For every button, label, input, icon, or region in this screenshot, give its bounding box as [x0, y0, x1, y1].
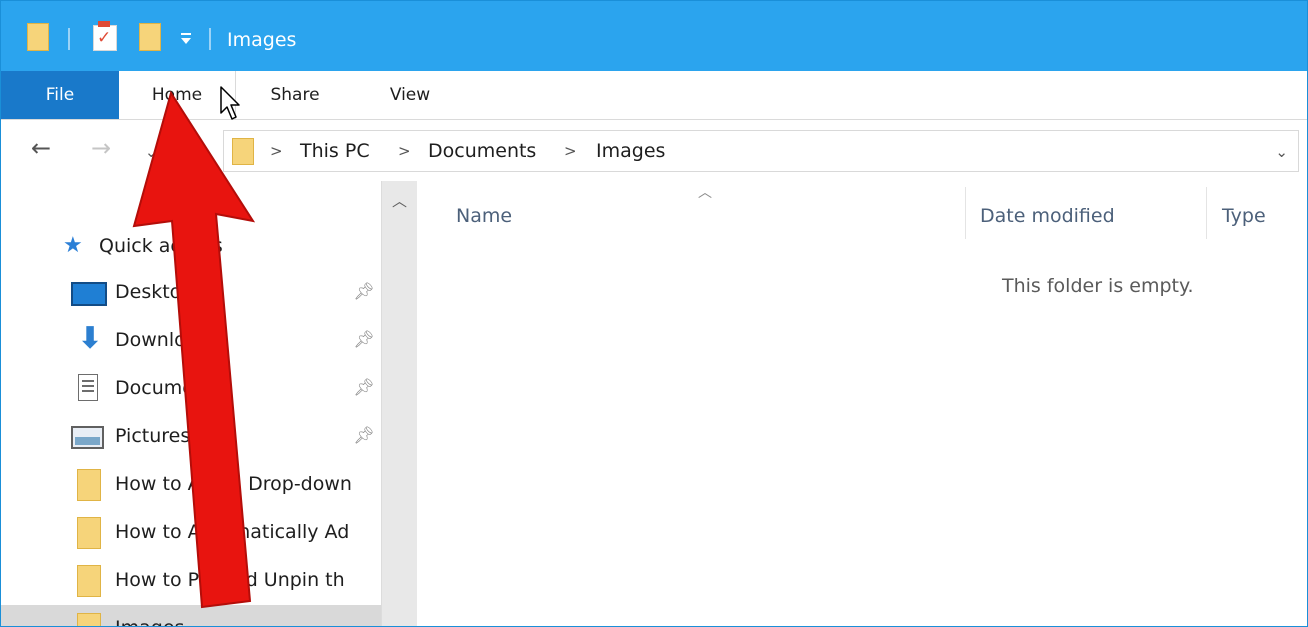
annotation-arrow-icon [132, 90, 256, 609]
annotation-arrow-shape [132, 90, 256, 609]
mouse-cursor-icon [220, 86, 240, 120]
file-explorer-window: ✓ Images File Home Share View ← → ⌄ ↑ > … [0, 0, 1308, 627]
